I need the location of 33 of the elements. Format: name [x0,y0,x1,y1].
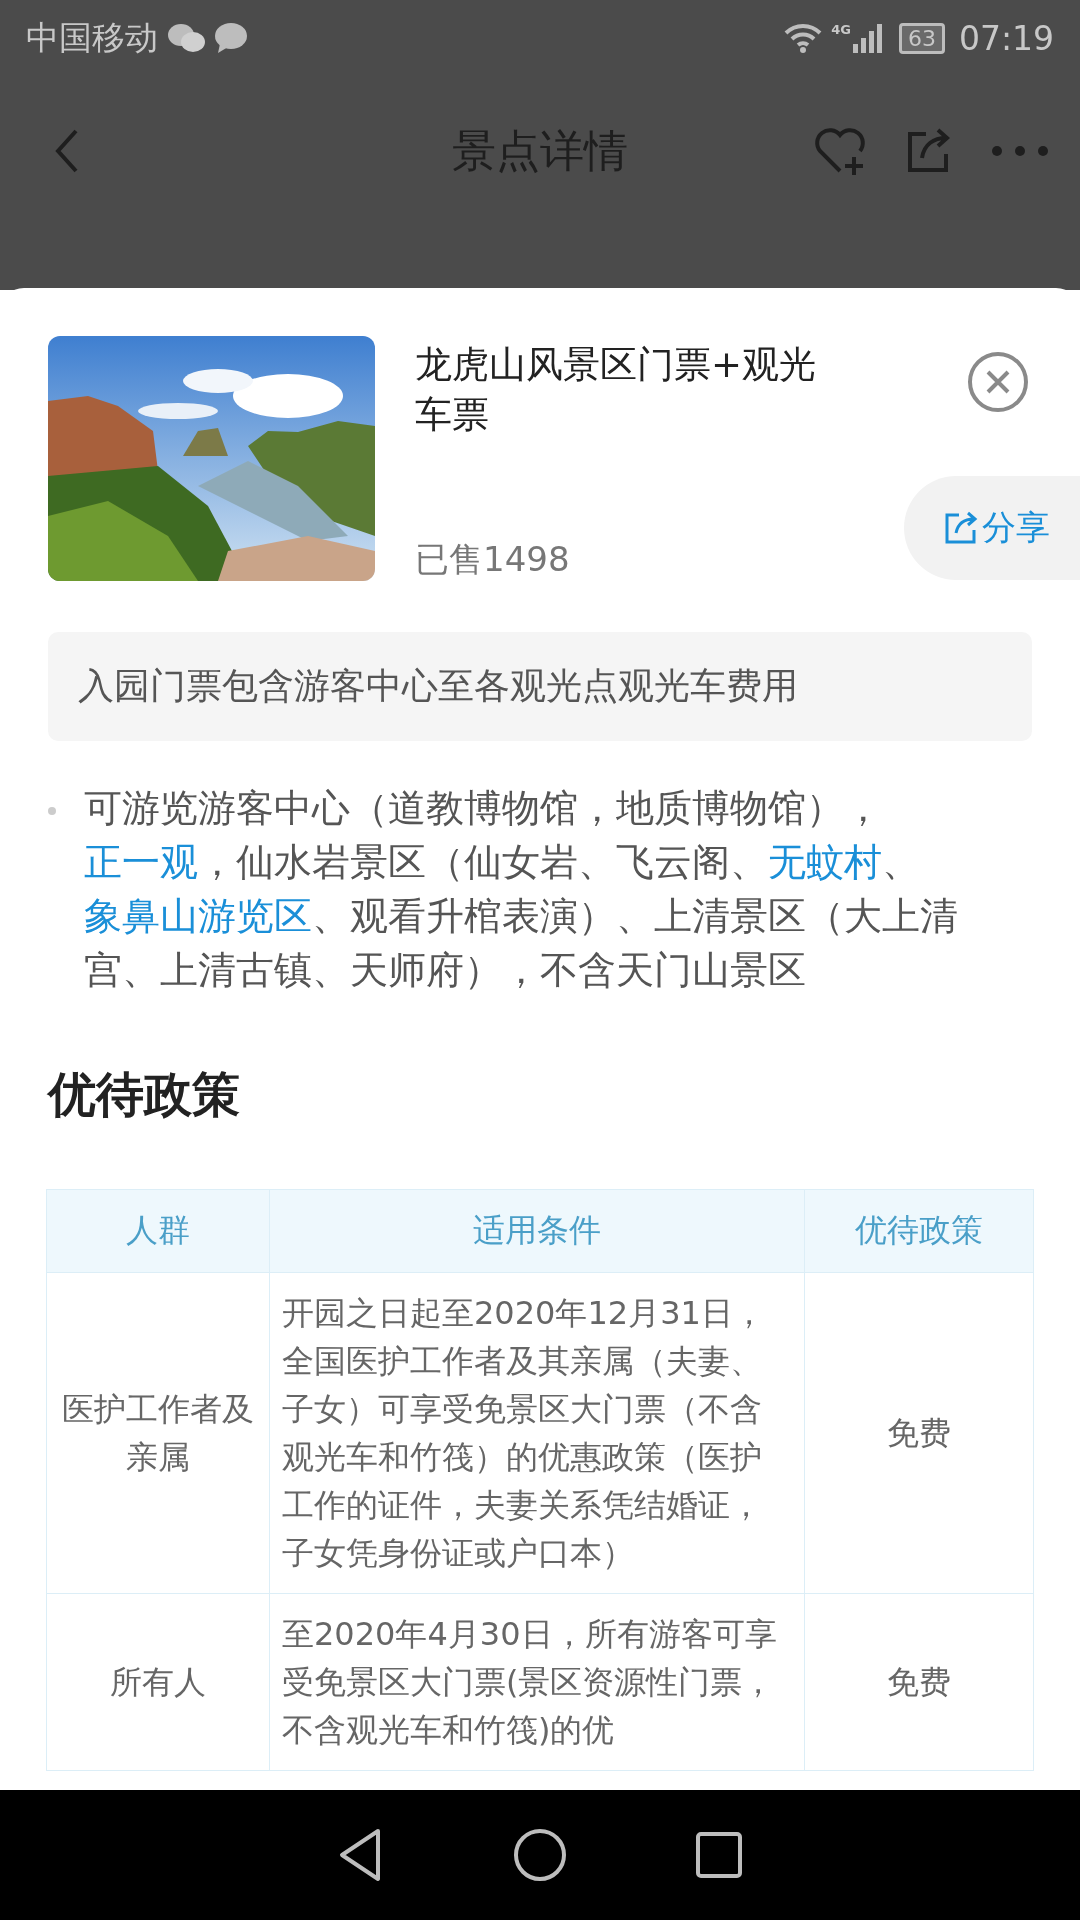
column-header: 人群 [46,1189,270,1273]
table-cell: 免费 [804,1593,1034,1771]
bullet-dot [48,807,56,815]
table-cell: 医护工作者及亲属 [46,1272,270,1594]
table-cell: 所有人 [46,1593,270,1771]
notice-text: 入园门票包含游客中心至各观光点观光车费用 [48,632,1032,741]
clock: 07:19 [958,18,1054,58]
scenic-link[interactable]: 正一观 [84,840,198,884]
message-bubble-icon [214,22,248,54]
share-icon [944,511,978,545]
description-text: 可游览游客中心（道教博物馆，地质博物馆）， 正一观，仙水岩景区（仙女岩、飞云阁、无蚊村、 象鼻山游览区、观看升棺表演）、上清景区（大上清宫、上清古镇、天师府），不含天门山景区 [84,785,959,994]
signal-icon [850,22,885,54]
table-cell: 免费 [804,1272,1034,1594]
table-cell: 开园之日起至2020年12月31日，全国医护工作者及其亲属（夫妻、子女）可享受免景区大门票（不含观光车和竹筏）的优惠政策（医护工作的证件，夫妻关系凭结婚证，子女凭身份证或户口本） [269,1272,805,1594]
battery-level: 63 [898,22,945,54]
heart-plus-icon[interactable] [812,125,868,177]
column-header: 优待政策 [804,1189,1034,1273]
share-button[interactable]: 分享 [904,476,1080,580]
chat-bubbles-icon [166,22,206,54]
sold-count: 已售1498 [415,538,571,581]
more-icon[interactable] [990,144,1050,158]
home-circle-icon[interactable] [512,1827,568,1883]
table-cell: 至2020年4月30日，所有游客可享受免景区大门票(景区资源性门票，不含观光车和竹筏)的优 [269,1593,805,1771]
wifi-icon [783,22,824,54]
section-heading: 优待政策 [48,1065,241,1124]
scenic-link[interactable]: 无蚊村 [768,840,882,884]
product-title: 龙虎山风景区门票+观光车票 [415,342,817,438]
recents-square-icon[interactable] [694,1830,744,1880]
scenic-link[interactable]: 象鼻山游览区 [84,894,312,938]
carrier-name: 中国移动 [26,16,158,59]
close-icon[interactable] [966,350,1030,414]
column-header: 适用条件 [269,1189,805,1273]
network-label: 4G [831,22,851,37]
